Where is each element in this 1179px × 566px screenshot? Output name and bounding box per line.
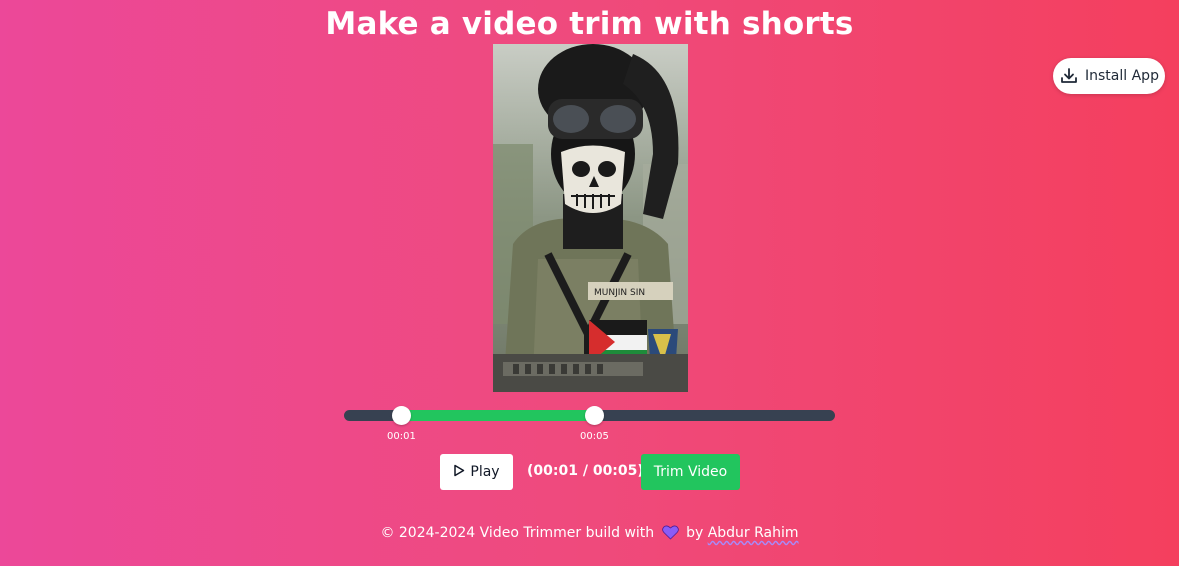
- trim-start-handle[interactable]: [392, 406, 412, 425]
- heart-icon: [661, 525, 679, 544]
- trim-start-time: 00:01: [387, 431, 416, 442]
- play-label: Play: [470, 464, 500, 480]
- trim-video-button[interactable]: Trim Video: [641, 454, 740, 490]
- time-display: (00:01 / 00:05): [527, 463, 644, 479]
- install-app-button[interactable]: Install App: [1053, 58, 1165, 94]
- svg-text:MUNJIN SIN: MUNJIN SIN: [594, 288, 645, 298]
- trim-range-slider[interactable]: [344, 406, 835, 425]
- trim-end-time: 00:05: [579, 431, 609, 442]
- footer-by: by: [686, 525, 704, 541]
- selected-range: [401, 410, 595, 421]
- download-icon: [1059, 66, 1079, 86]
- play-icon: [453, 464, 465, 481]
- footer-copyright: © 2024-2024 Video Trimmer build with: [380, 525, 655, 541]
- play-button[interactable]: Play: [440, 454, 513, 490]
- video-preview[interactable]: MUNJIN SIN: [493, 44, 688, 392]
- author-link[interactable]: Abdur Rahim: [708, 525, 799, 541]
- page-title: Make a video trim with shorts: [325, 6, 854, 42]
- install-app-label: Install App: [1085, 68, 1159, 84]
- footer: © 2024-2024 Video Trimmer build with by …: [0, 525, 1179, 544]
- trim-end-handle[interactable]: [585, 406, 605, 425]
